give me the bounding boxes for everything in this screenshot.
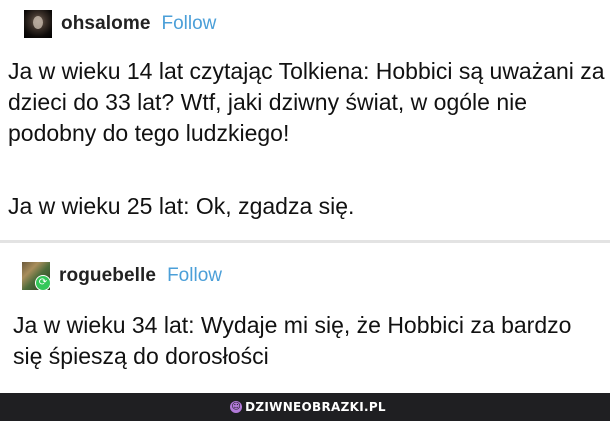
avatar-roguebelle[interactable]: ⟳ [22, 262, 50, 290]
avatar-ohsalome[interactable] [24, 10, 52, 38]
post-roguebelle: ⟳ roguebelle Follow Ja w wieku 34 lat: W… [0, 243, 610, 393]
portrait-avatar-icon [33, 16, 43, 29]
follow-button-roguebelle[interactable]: Follow [167, 265, 222, 287]
post-header: ⟳ roguebelle Follow [22, 262, 222, 290]
brand-watermark: ☺ DZIWNEOBRAZKI.PL [230, 400, 386, 414]
brand-text: DZIWNEOBRAZKI.PL [245, 400, 386, 414]
post-ohsalome: ohsalome Follow Ja w wieku 14 lat czytaj… [0, 0, 610, 240]
reblog-icon: ⟳ [35, 275, 50, 290]
brand-logo-icon: ☺ [230, 401, 243, 413]
post-text-paragraph: Ja w wieku 25 lat: Ok, zgadza się. [8, 193, 355, 219]
username-ohsalome[interactable]: ohsalome [61, 13, 151, 35]
watermark-bar: ☺ DZIWNEOBRAZKI.PL [0, 393, 610, 421]
username-roguebelle[interactable]: roguebelle [59, 265, 156, 287]
follow-button-ohsalome[interactable]: Follow [162, 13, 217, 35]
post-text-paragraph: Ja w wieku 34 lat: Wydaje mi się, że Hob… [13, 312, 572, 369]
post-text-paragraph: Ja w wieku 14 lat czytając Tolkiena: Hob… [8, 58, 605, 146]
post-header: ohsalome Follow [24, 10, 216, 38]
